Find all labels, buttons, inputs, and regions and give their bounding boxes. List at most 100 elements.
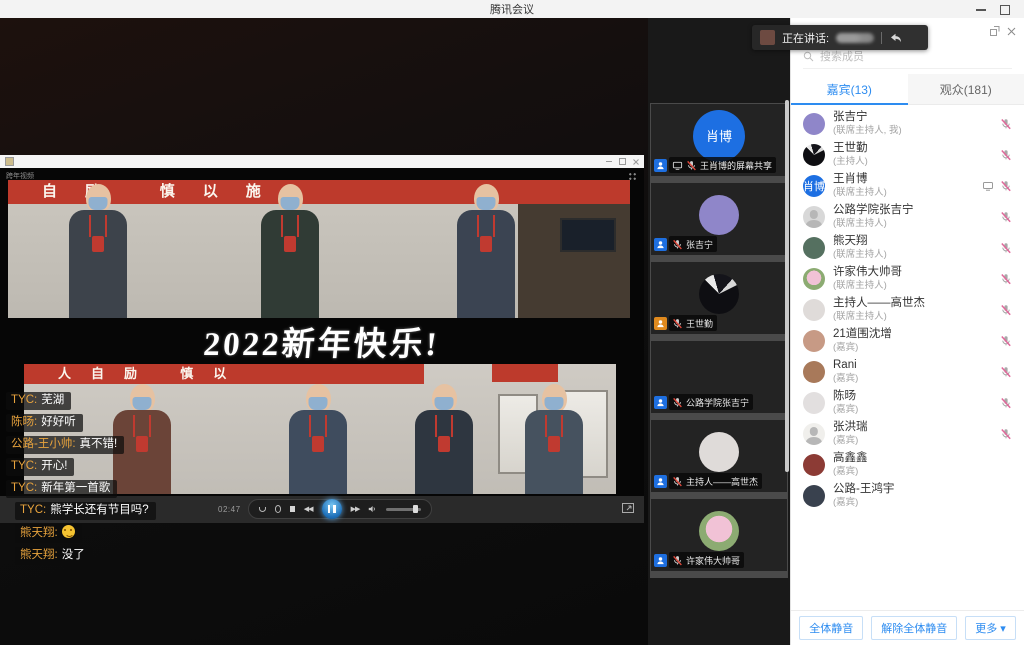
member-row[interactable]: 王世勤 (主持人)	[791, 139, 1024, 170]
loop-icon[interactable]	[259, 507, 266, 512]
layout-grid-icon[interactable]	[628, 172, 637, 181]
chat-text: 没了	[62, 549, 85, 561]
member-name: Rani	[833, 359, 858, 373]
member-role-icon	[654, 554, 667, 567]
muted-mic-icon[interactable]	[1000, 397, 1012, 409]
participant-video-tile[interactable]: 许家伟大帅哥	[651, 499, 787, 571]
tencent-meeting-window: 腾讯会议 跨年视频 自励 慎以施	[0, 0, 1024, 645]
member-avatar	[803, 392, 825, 414]
stop-button[interactable]	[290, 506, 295, 512]
timer-icon[interactable]	[275, 505, 282, 513]
participant-avatar	[699, 432, 739, 472]
member-row[interactable]: 熊天翔 (联席主持人)	[791, 232, 1024, 263]
chat-text: 好好听	[41, 416, 76, 428]
member-row[interactable]: 许家伟大帅哥 (联席主持人)	[791, 263, 1024, 294]
muted-mic-icon[interactable]	[1000, 118, 1012, 130]
popout-icon[interactable]	[990, 26, 1000, 36]
member-role: (联席主持人)	[833, 280, 902, 291]
chat-message: 熊天翔:	[15, 524, 82, 543]
muted-mic-icon[interactable]	[1000, 335, 1012, 347]
speaking-toast: 正在讲话:	[752, 25, 928, 50]
laughing-emoji-icon	[62, 525, 75, 538]
fullscreen-icon[interactable]	[622, 503, 634, 513]
search-placeholder: 搜索成员	[820, 48, 864, 64]
chat-sender: 熊天翔:	[20, 549, 58, 561]
tab[interactable]: 观众(181)	[908, 74, 1024, 104]
participant-video-tile[interactable]: 王世勤	[651, 262, 787, 334]
footer-button[interactable]: 更多 ▾	[965, 616, 1016, 640]
muted-mic-icon[interactable]	[1000, 211, 1012, 223]
member-row[interactable]: Rani (嘉宾)	[791, 356, 1024, 387]
screen-share-icon	[672, 160, 683, 171]
tv-screen	[560, 218, 616, 252]
close-icon[interactable]	[1007, 27, 1016, 36]
muted-mic-icon[interactable]	[1000, 242, 1012, 254]
chat-sender: 熊天翔:	[20, 527, 58, 539]
footer-button[interactable]: 解除全体静音	[871, 616, 957, 640]
maximize-icon[interactable]	[1000, 5, 1010, 15]
member-role: (嘉宾)	[833, 435, 868, 446]
participant-video-tile[interactable]: 主持人——高世杰	[651, 420, 787, 492]
video-minimize-icon[interactable]	[606, 161, 612, 162]
tile-label-row: 王世勤	[654, 315, 717, 331]
window-titlebar: 腾讯会议	[0, 0, 1024, 19]
member-row[interactable]: 肖博 王肖博 (联席主持人)	[791, 170, 1024, 201]
muted-mic-icon[interactable]	[1000, 428, 1012, 440]
chat-text: 真不错!	[80, 438, 118, 450]
chat-sender: TYC:	[11, 394, 37, 406]
member-role: (主持人)	[833, 156, 868, 167]
pause-button[interactable]	[322, 499, 342, 519]
muted-mic-icon[interactable]	[1000, 180, 1012, 192]
member-row[interactable]: 张吉宁 (联席主持人, 我)	[791, 108, 1024, 139]
person-figure	[66, 184, 130, 318]
chat-message: 陈旸: 好好听	[6, 414, 83, 432]
minimize-icon[interactable]	[976, 9, 986, 11]
member-row[interactable]: 陈旸 (嘉宾)	[791, 387, 1024, 418]
muted-mic-icon[interactable]	[1000, 273, 1012, 285]
volume-knob[interactable]	[413, 505, 418, 513]
playback-time: 02:47	[218, 505, 241, 514]
new-year-caption: 2022新年快乐!	[0, 318, 644, 364]
video-window-controls	[606, 158, 639, 165]
muted-mic-icon[interactable]	[1000, 366, 1012, 378]
member-row[interactable]: 主持人——高世杰 (联席主持人)	[791, 294, 1024, 325]
member-row[interactable]: 公路学院张吉宁 (联席主持人)	[791, 201, 1024, 232]
member-row[interactable]: 高鑫鑫 (嘉宾)	[791, 449, 1024, 480]
footer-button[interactable]: 全体静音	[799, 616, 863, 640]
volume-icon[interactable]	[368, 504, 376, 514]
participant-video-tile[interactable]: 公路学院张吉宁	[651, 341, 787, 413]
member-role: (嘉宾)	[833, 404, 858, 415]
member-row[interactable]: 21道围沈增 (嘉宾)	[791, 325, 1024, 356]
volume-slider[interactable]	[386, 508, 421, 511]
participant-video-tile[interactable]: 肖博 王肖博的屏幕共享	[651, 104, 787, 176]
video-maximize-icon[interactable]	[619, 158, 626, 165]
chat-sender: 陈旸:	[11, 416, 37, 428]
main-stage: 跨年视频 自励 慎以施 2022新年快乐! 人自励 慎以	[0, 18, 648, 645]
member-row[interactable]: 公路-王鸿宇 (嘉宾)	[791, 480, 1024, 511]
tile-name-label: 主持人——高世杰	[669, 473, 762, 489]
member-avatar	[803, 361, 825, 383]
chat-text: 熊学长还有节目吗?	[50, 504, 148, 516]
tile-name-label: 王肖博的屏幕共享	[669, 157, 776, 173]
participant-video-tile[interactable]: 张吉宁	[651, 183, 787, 255]
person-figure	[286, 384, 350, 494]
member-name: 高鑫鑫	[833, 452, 868, 466]
participant-name: 王肖博的屏幕共享	[700, 159, 772, 172]
scrollbar[interactable]	[785, 100, 789, 472]
muted-mic-icon[interactable]	[1000, 304, 1012, 316]
member-role: (嘉宾)	[833, 466, 868, 477]
person-figure	[412, 384, 476, 494]
member-row[interactable]: 张洪瑞 (嘉宾)	[791, 418, 1024, 449]
rewind-button[interactable]: ◀◀	[304, 505, 313, 513]
fast-forward-button[interactable]: ▶▶	[351, 505, 360, 513]
tab[interactable]: 嘉宾(13)	[791, 74, 908, 104]
muted-mic-icon	[672, 476, 683, 487]
tile-name-label: 张吉宁	[669, 236, 717, 252]
tile-name-label: 许家伟大帅哥	[669, 552, 744, 568]
muted-mic-icon[interactable]	[1000, 149, 1012, 161]
reply-arrow-icon[interactable]	[889, 32, 902, 44]
speaker-name-blurred	[836, 33, 874, 43]
speaker-avatar	[760, 30, 775, 45]
video-close-icon[interactable]	[633, 159, 639, 165]
chat-message: TYC:新年第一首歌	[6, 480, 117, 498]
